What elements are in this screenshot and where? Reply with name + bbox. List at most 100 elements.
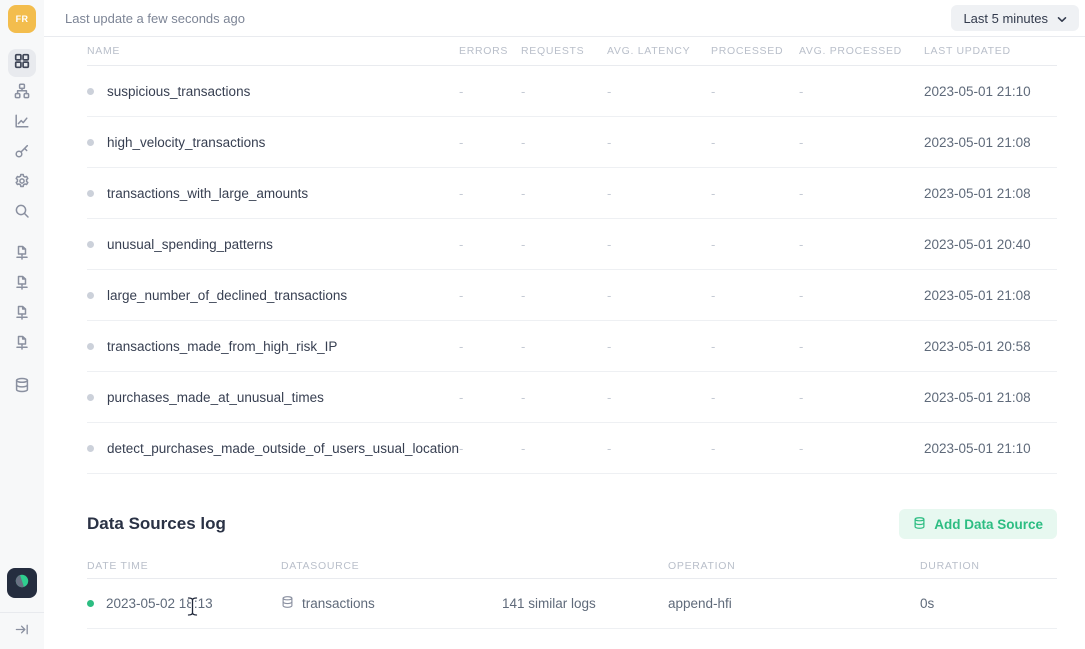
avg-processed-value: - [799, 390, 924, 405]
sidebar-divider [0, 612, 44, 613]
database-icon [913, 516, 926, 533]
time-range-value: Last 5 minutes [963, 11, 1048, 26]
status-dot [87, 88, 94, 95]
sidebar-item-datasource-4[interactable] [8, 331, 36, 359]
sidebar-item-dashboard[interactable] [8, 49, 36, 77]
processed-value: - [711, 186, 799, 201]
sidebar-item-datasource-1[interactable] [8, 241, 36, 269]
log-similar-count: 141 similar logs [502, 596, 668, 611]
log-datasource: transactions [302, 596, 375, 611]
avg-processed-value: - [799, 135, 924, 150]
requests-value: - [521, 135, 607, 150]
requests-value: - [521, 390, 607, 405]
rule-name: suspicious_transactions [107, 84, 250, 99]
errors-value: - [459, 339, 521, 354]
avg-processed-value: - [799, 288, 924, 303]
requests-value: - [521, 84, 607, 99]
content: NAME ERRORS REQUESTS AVG. LATENCY PROCES… [44, 37, 1085, 629]
rule-name: detect_purchases_made_outside_of_users_u… [107, 441, 459, 456]
table-row[interactable]: unusual_spending_patterns - - - - - 2023… [87, 219, 1057, 270]
key-icon [14, 143, 30, 164]
sidebar-item-settings[interactable] [8, 169, 36, 197]
database-icon [14, 377, 30, 398]
last-updated-value: 2023-05-01 20:40 [924, 237, 1057, 252]
table-row[interactable]: detect_purchases_made_outside_of_users_u… [87, 423, 1057, 474]
table-row[interactable]: transactions_made_from_high_risk_IP - - … [87, 321, 1057, 372]
theme-toggle[interactable] [7, 568, 37, 598]
errors-value: - [459, 135, 521, 150]
topbar: Last update a few seconds ago Last 5 min… [44, 0, 1085, 37]
processed-value: - [711, 390, 799, 405]
column-header-name: NAME [87, 45, 459, 57]
requests-value: - [521, 186, 607, 201]
last-updated-value: 2023-05-01 21:10 [924, 84, 1057, 99]
gear-icon [14, 173, 30, 194]
avg-latency-value: - [607, 288, 711, 303]
processed-value: - [711, 237, 799, 252]
requests-value: - [521, 441, 607, 456]
add-data-source-button[interactable]: Add Data Source [899, 509, 1057, 539]
table-row[interactable]: high_velocity_transactions - - - - - 202… [87, 117, 1057, 168]
avg-latency-value: - [607, 237, 711, 252]
main-area: Last update a few seconds ago Last 5 min… [44, 0, 1085, 649]
avatar[interactable]: FR [8, 5, 36, 33]
errors-value: - [459, 288, 521, 303]
sidebar-item-datasource-3[interactable] [8, 301, 36, 329]
column-header-avg-latency: AVG. LATENCY [607, 45, 711, 57]
requests-value: - [521, 339, 607, 354]
table-row[interactable]: purchases_made_at_unusual_times - - - - … [87, 372, 1057, 423]
sidebar-item-database[interactable] [8, 373, 36, 401]
table-row[interactable]: large_number_of_declined_transactions - … [87, 270, 1057, 321]
sidebar: FR [0, 0, 44, 649]
datasources-table: DATE TIME DATASOURCE OPERATION DURATION … [87, 554, 1057, 629]
log-duration: 0s [920, 596, 1057, 611]
column-header-avg-processed: AVG. PROCESSED [799, 45, 924, 57]
sidebar-item-pipelines[interactable] [8, 79, 36, 107]
data-source-doc-icon [14, 245, 30, 266]
chevron-down-icon [1057, 11, 1067, 26]
sidebar-item-metrics[interactable] [8, 109, 36, 137]
column-header-datasource: DATASOURCE [281, 560, 502, 572]
errors-value: - [459, 186, 521, 201]
processed-value: - [711, 339, 799, 354]
avg-latency-value: - [607, 339, 711, 354]
column-header-duration: DURATION [920, 560, 1057, 572]
avg-latency-value: - [607, 84, 711, 99]
avg-processed-value: - [799, 84, 924, 99]
status-dot [87, 292, 94, 299]
rule-name: high_velocity_transactions [107, 135, 265, 150]
sidebar-item-search[interactable] [8, 199, 36, 227]
last-updated-value: 2023-05-01 21:08 [924, 186, 1057, 201]
rule-name: transactions_made_from_high_risk_IP [107, 339, 337, 354]
search-icon [14, 203, 30, 224]
log-row[interactable]: 2023-05-02 18:13 transactions 141 simila… [87, 579, 1057, 629]
line-chart-icon [14, 113, 30, 134]
rules-table: NAME ERRORS REQUESTS AVG. LATENCY PROCES… [87, 37, 1057, 474]
requests-value: - [521, 288, 607, 303]
status-dot [87, 394, 94, 401]
data-source-doc-icon [14, 335, 30, 356]
avg-latency-value: - [607, 135, 711, 150]
avg-latency-value: - [607, 390, 711, 405]
sitemap-icon [14, 83, 30, 104]
avg-processed-value: - [799, 441, 924, 456]
time-range-dropdown[interactable]: Last 5 minutes [951, 5, 1079, 31]
rules-table-header: NAME ERRORS REQUESTS AVG. LATENCY PROCES… [87, 37, 1057, 66]
sidebar-item-datasource-2[interactable] [8, 271, 36, 299]
avg-processed-value: - [799, 186, 924, 201]
log-date-time: 2023-05-02 18:13 [106, 596, 213, 611]
add-data-source-label: Add Data Source [934, 517, 1043, 532]
table-row[interactable]: transactions_with_large_amounts - - - - … [87, 168, 1057, 219]
errors-value: - [459, 441, 521, 456]
log-operation: append-hfi [668, 596, 920, 611]
datasources-table-header: DATE TIME DATASOURCE OPERATION DURATION [87, 554, 1057, 579]
grid-icon [14, 53, 30, 74]
collapse-sidebar-button[interactable] [8, 618, 36, 646]
datasources-header: Data Sources log Add Data Source [87, 509, 1057, 539]
column-header-requests: REQUESTS [521, 45, 607, 57]
sidebar-item-api-keys[interactable] [8, 139, 36, 167]
column-header-errors: ERRORS [459, 45, 521, 57]
page-title: Data Sources log [87, 514, 226, 534]
processed-value: - [711, 441, 799, 456]
table-row[interactable]: suspicious_transactions - - - - - 2023-0… [87, 66, 1057, 117]
